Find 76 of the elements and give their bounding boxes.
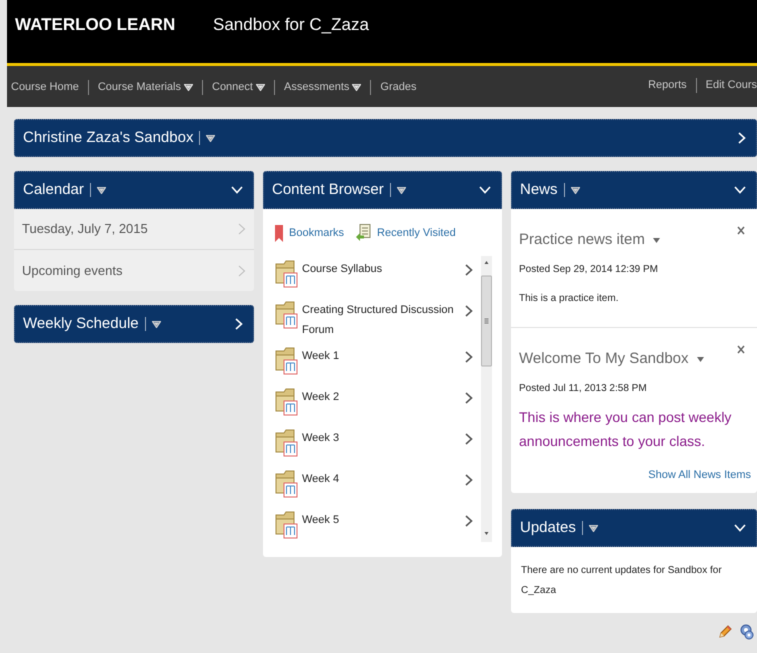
gear-icon[interactable] [740,624,754,640]
calendar-row[interactable]: Tuesday, July 7, 2015 [14,209,254,250]
nav-link[interactable]: Assessments [284,79,362,96]
content-item[interactable]: Week 1 [275,346,481,387]
dropdown-triangle-icon[interactable] [352,84,362,91]
document-arrow-icon [356,224,372,242]
widget-header[interactable]: Updates [511,509,757,547]
post-date: Posted Jul 11, 2013 2:58 PM [519,382,648,396]
close-icon[interactable] [737,345,745,354]
nav-link[interactable]: Course Home [11,79,79,96]
folder-book-icon [275,300,299,330]
chevron-right-icon[interactable] [465,305,473,317]
widget-title: Calendar [23,180,84,200]
dropdown-triangle-icon[interactable] [96,186,106,194]
post-date: Posted Sep 29, 2014 12:39 PM [519,262,659,276]
chevron-down-icon[interactable] [734,524,746,532]
widget-title: Weekly Schedule [23,314,139,334]
content-item[interactable]: Creating Structured Discussion Forum [275,300,481,346]
chevron-right-icon[interactable] [465,515,473,527]
content-item[interactable]: Week 2 [275,387,481,428]
chevron-right-icon[interactable] [465,351,473,363]
dropdown-triangle-icon[interactable] [652,238,660,243]
widget-title: Updates [520,518,576,538]
dropdown-triangle-icon[interactable] [570,186,580,194]
chevron-down-icon[interactable] [734,186,746,194]
nav-link[interactable]: Connect [212,79,265,96]
chevron-down-icon[interactable] [231,186,243,194]
dropdown-triangle-icon[interactable] [152,320,161,328]
toolbar-link[interactable]: Bookmarks [275,224,344,242]
content-item[interactable]: Week 3 [275,428,481,469]
chevron-right-icon[interactable] [465,264,473,276]
folder-book-icon [275,510,299,540]
folder-book-icon [275,387,299,417]
course-title: Sandbox for C_Zaza [213,14,369,36]
dropdown-triangle-icon[interactable] [206,134,216,142]
widget-header[interactable]: News [511,171,757,209]
dropdown-triangle-icon[interactable] [588,524,598,532]
nav-link[interactable]: Course Materials [98,79,193,96]
folder-book-icon [275,469,299,499]
chevron-right-icon[interactable] [465,474,473,486]
chevron-down-icon[interactable] [479,186,491,194]
widget-header[interactable]: Calendar [14,171,254,209]
scrollbar[interactable] [481,256,492,542]
nav-link[interactable]: Edit Cours [706,76,757,94]
close-icon[interactable] [737,226,745,235]
updates-message: There are no current updates for Sandbox for C_Zaza [521,564,723,598]
pencil-icon[interactable] [718,625,732,639]
widget-header[interactable]: Content Browser [263,171,502,209]
nav-link[interactable]: Reports [648,76,687,94]
bookmark-icon [275,224,283,242]
chevron-right-icon[interactable] [465,392,473,404]
folder-book-icon [275,259,299,289]
dropdown-triangle-icon[interactable] [396,186,406,194]
collapsed-widget-header[interactable]: Weekly Schedule [14,305,254,343]
folder-book-icon [275,346,299,376]
dropdown-triangle-icon[interactable] [256,84,265,91]
banner-title: Christine Zaza's Sandbox [23,128,194,148]
news-body: This is where you can post weekly announcements to your class. [519,408,732,451]
show-all-link[interactable]: Show All News Items [648,466,751,483]
news-body: This is a practice item. [519,292,620,306]
content-item[interactable]: Week 5 [275,510,481,542]
site-logo[interactable]: WATERLOO LEARN [15,12,213,38]
widget-title: Content Browser [272,180,384,200]
folder-book-icon [275,428,299,458]
dropdown-triangle-icon[interactable] [696,356,704,362]
news-title[interactable]: Practice news item [519,229,660,252]
sandbox-banner[interactable]: Christine Zaza's Sandbox [14,119,757,157]
content-item[interactable]: Course Syllabus [275,259,481,300]
content-item[interactable]: Week 4 [275,469,481,510]
dropdown-triangle-icon[interactable] [184,84,193,91]
nav-link[interactable]: Grades [380,79,416,96]
toolbar-link[interactable]: Recently Visited [356,224,456,242]
calendar-row[interactable]: Upcoming events [14,250,254,291]
widget-title: News [520,180,558,200]
chevron-right-icon[interactable] [465,433,473,445]
news-title[interactable]: Welcome To My Sandbox [519,348,704,370]
